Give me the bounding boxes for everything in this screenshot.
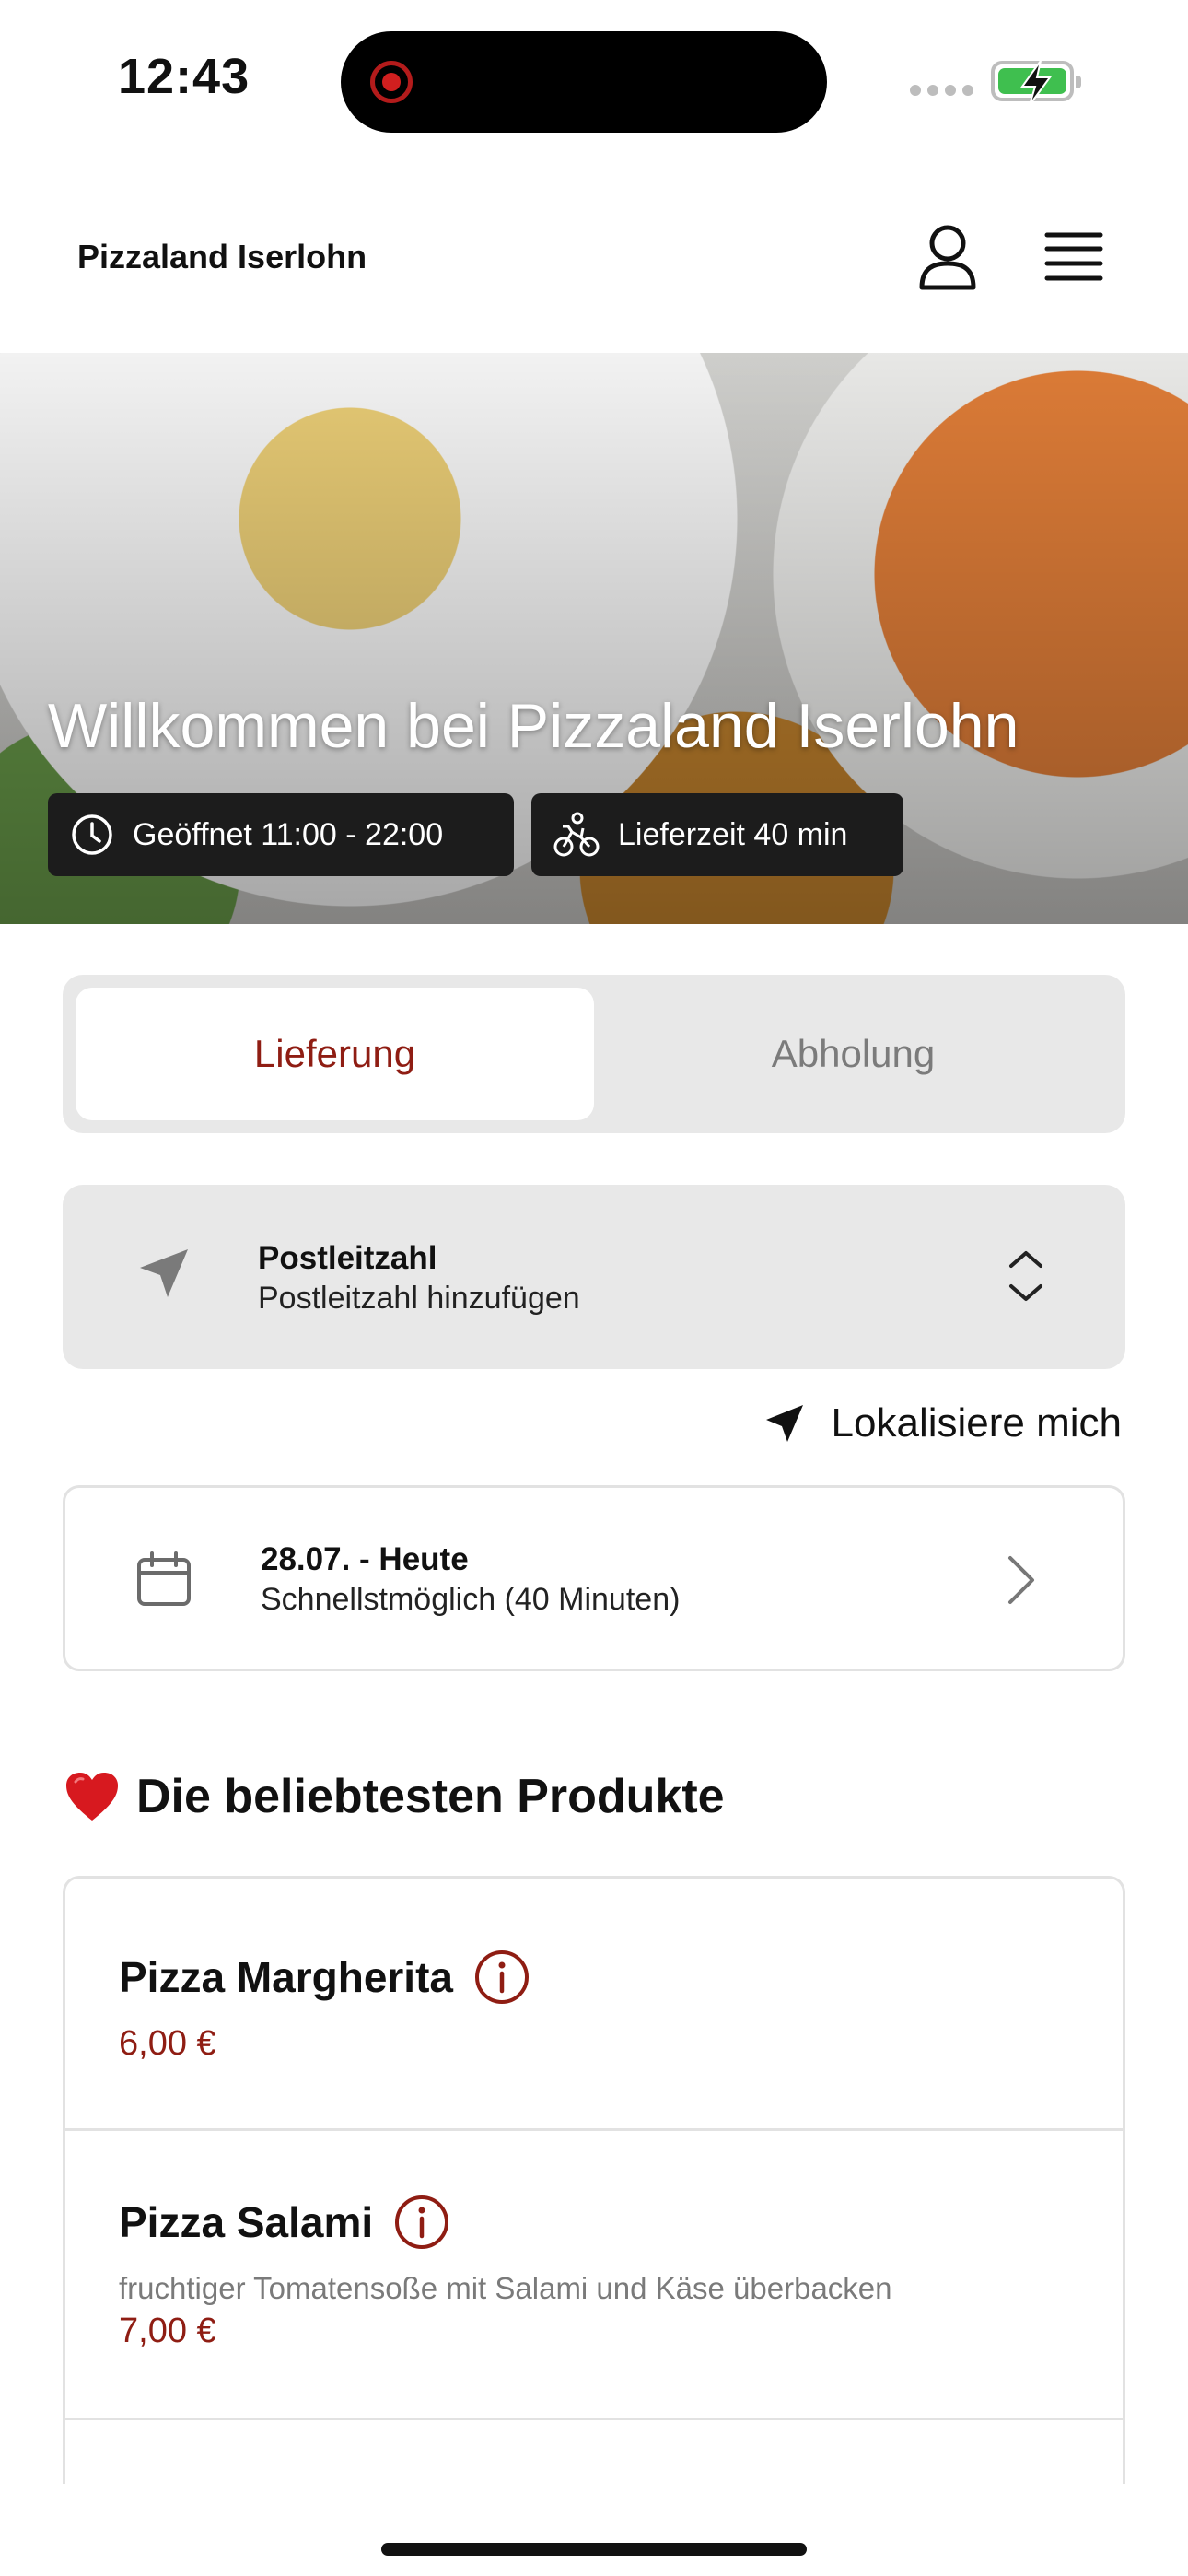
navigation-arrow-icon [765, 1405, 803, 1442]
popular-products-list: Pizza Margherita 6,00 € Pizza Salami fru… [63, 1876, 1125, 2484]
tab-abholung[interactable]: Abholung [594, 988, 1112, 1120]
battery-charging-icon [991, 60, 1081, 106]
locate-me-button[interactable]: Lokalisiere mich [763, 1400, 1122, 1446]
delivery-time-text: Lieferzeit 40 min [618, 816, 848, 852]
brand-name[interactable]: Pizzaland Iserlohn [77, 238, 367, 276]
postcode-selector[interactable]: Postleitzahl Postleitzahl hinzufügen [63, 1185, 1125, 1369]
calendar-icon [137, 1551, 191, 1606]
cellular-signal-icon [910, 85, 973, 96]
location-arrow-icon [140, 1249, 188, 1297]
opening-hours-badge: Geöffnet 11:00 - 22:00 [48, 793, 514, 876]
delivery-date-title: 28.07. - Heute [261, 1541, 469, 1577]
dynamic-island [341, 31, 827, 133]
hero-title: Willkommen bei Pizzaland Iserlohn [48, 691, 1019, 761]
product-name: Pizza Salami [119, 2198, 374, 2246]
order-type-toggle: Lieferung Abholung [63, 975, 1125, 1133]
chevron-right-icon [1008, 1556, 1034, 1604]
app-header: Pizzaland Iserlohn [0, 184, 1188, 350]
chevron-up-down-icon [1009, 1251, 1042, 1301]
delivery-date-subtitle: Schnellstmöglich (40 Minuten) [261, 1582, 681, 1617]
user-account-icon[interactable] [917, 223, 978, 291]
product-price: 6,00 € [119, 2024, 216, 2063]
postcode-placeholder: Postleitzahl hinzufügen [258, 1281, 580, 1316]
locate-me-label: Lokalisiere mich [831, 1400, 1122, 1446]
tab-lieferung[interactable]: Lieferung [76, 988, 594, 1120]
status-bar: 12:43 [0, 0, 1188, 157]
bicycle-courier-icon [553, 812, 600, 857]
hero-banner: Willkommen bei Pizzaland Iserlohn Geöffn… [0, 353, 1188, 924]
delivery-date-selector[interactable]: 28.07. - Heute Schnellstmöglich (40 Minu… [63, 1485, 1125, 1671]
heart-icon [66, 1773, 118, 1821]
hamburger-menu-icon[interactable] [1044, 230, 1103, 284]
status-time: 12:43 [118, 49, 250, 104]
info-icon[interactable] [473, 1949, 530, 2006]
opening-hours-text: Geöffnet 11:00 - 22:00 [133, 816, 444, 852]
popular-products-heading: Die beliebtesten Produkte [64, 1769, 725, 1824]
info-icon[interactable] [393, 2194, 450, 2251]
delivery-time-badge: Lieferzeit 40 min [531, 793, 903, 876]
home-indicator[interactable] [381, 2543, 807, 2556]
product-item[interactable]: Pizza Salami fruchtiger Tomatensoße mit … [65, 2131, 1123, 2420]
product-price: 7,00 € [119, 2312, 216, 2350]
product-item[interactable]: Pizza Margherita 6,00 € [65, 1879, 1123, 2131]
recording-indicator-icon [370, 61, 413, 103]
clock-icon [72, 814, 112, 855]
popular-products-title: Die beliebtesten Produkte [136, 1770, 725, 1823]
product-name: Pizza Margherita [119, 1953, 453, 2001]
product-description: fruchtiger Tomatensoße mit Salami und Kä… [119, 2271, 892, 2305]
postcode-label: Postleitzahl [258, 1240, 437, 1276]
